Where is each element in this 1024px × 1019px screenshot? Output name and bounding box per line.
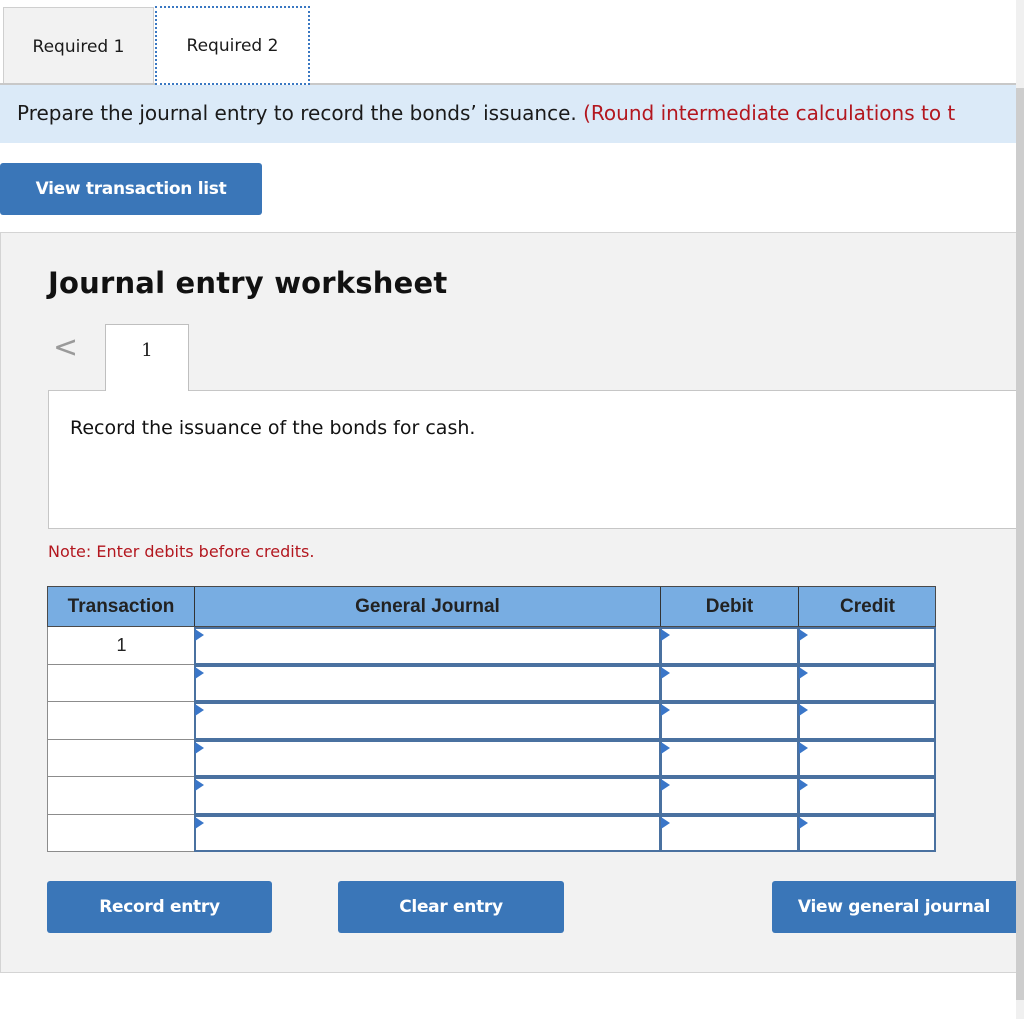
tab-required-1[interactable]: Required 1 xyxy=(3,7,154,85)
dropdown-flag-icon xyxy=(195,629,204,641)
debit-input[interactable] xyxy=(660,664,799,702)
debit-input[interactable] xyxy=(660,777,799,815)
record-entry-button[interactable]: Record entry xyxy=(47,881,272,933)
transaction-cell xyxy=(47,664,195,702)
general-journal-account-input[interactable] xyxy=(194,739,661,777)
table-row xyxy=(47,702,936,740)
requirement-tabs: Required 1 Required 2 xyxy=(0,0,1016,85)
dropdown-flag-icon xyxy=(195,741,204,754)
debit-input[interactable] xyxy=(660,627,799,665)
table-header-row: Transaction General Journal Debit Credit xyxy=(47,586,936,627)
debit-credit-note: Note: Enter debits before credits. xyxy=(48,542,315,561)
credit-input[interactable] xyxy=(798,739,936,777)
debit-input[interactable] xyxy=(660,702,799,740)
instruction-banner: Prepare the journal entry to record the … xyxy=(0,85,1016,143)
chevron-left-icon[interactable]: < xyxy=(53,333,78,363)
header-debit: Debit xyxy=(661,587,799,626)
table-row xyxy=(47,814,936,852)
transaction-cell xyxy=(47,814,195,852)
dropdown-flag-icon xyxy=(661,629,670,641)
credit-input[interactable] xyxy=(798,664,936,702)
header-transaction: Transaction xyxy=(48,587,195,626)
dropdown-flag-icon xyxy=(799,741,808,754)
header-credit: Credit xyxy=(840,595,895,617)
credit-input[interactable] xyxy=(798,814,936,852)
header-general-journal: General Journal xyxy=(195,587,661,626)
dropdown-flag-icon xyxy=(661,816,670,829)
credit-input[interactable] xyxy=(798,702,936,740)
table-row xyxy=(47,777,936,815)
dropdown-flag-icon xyxy=(661,741,670,754)
general-journal-account-input[interactable] xyxy=(194,664,661,702)
scrollbar-thumb[interactable] xyxy=(1016,88,1024,1000)
table-row: 1 xyxy=(47,627,936,665)
tab-required-2[interactable]: Required 2 xyxy=(155,6,310,85)
table-body: 1 xyxy=(47,627,936,852)
clear-entry-button[interactable]: Clear entry xyxy=(338,881,564,933)
table-row xyxy=(47,739,936,777)
dropdown-flag-icon xyxy=(661,779,670,791)
transaction-cell: 1 xyxy=(47,627,195,665)
view-general-journal-button[interactable]: View general journal xyxy=(772,881,1016,933)
instruction-text: Prepare the journal entry to record the … xyxy=(17,101,955,125)
general-journal-account-input[interactable] xyxy=(194,702,661,740)
credit-input[interactable] xyxy=(798,777,936,815)
worksheet-step-tab-1[interactable]: 1 xyxy=(105,324,189,391)
dropdown-flag-icon xyxy=(195,704,204,716)
transaction-cell xyxy=(47,739,195,777)
debit-input[interactable] xyxy=(660,814,799,852)
vertical-scrollbar[interactable] xyxy=(1016,0,1024,1019)
dropdown-flag-icon xyxy=(799,779,808,791)
general-journal-account-input[interactable] xyxy=(194,627,661,665)
debit-input[interactable] xyxy=(660,739,799,777)
transaction-cell xyxy=(47,702,195,740)
table-row xyxy=(47,664,936,702)
dropdown-flag-icon xyxy=(799,629,808,641)
dropdown-flag-icon xyxy=(661,666,670,679)
dropdown-flag-icon xyxy=(195,779,204,791)
transaction-description-box: Record the issuance of the bonds for cas… xyxy=(48,390,1017,529)
dropdown-flag-icon xyxy=(799,704,808,716)
instruction-rounding-note: (Round intermediate calculations to t xyxy=(583,101,956,125)
journal-entry-table: Transaction General Journal Debit Credit… xyxy=(47,586,936,852)
dropdown-flag-icon xyxy=(195,666,204,679)
view-transaction-list-button[interactable]: View transaction list xyxy=(0,163,262,215)
general-journal-account-input[interactable] xyxy=(194,814,661,852)
instruction-main: Prepare the journal entry to record the … xyxy=(17,101,577,125)
worksheet-title: Journal entry worksheet xyxy=(48,266,448,300)
dropdown-flag-icon xyxy=(661,704,670,716)
credit-input[interactable] xyxy=(798,627,936,665)
transaction-description: Record the issuance of the bonds for cas… xyxy=(70,417,476,439)
general-journal-account-input[interactable] xyxy=(194,777,661,815)
dropdown-flag-icon xyxy=(195,816,204,829)
dropdown-flag-icon xyxy=(799,816,808,829)
transaction-cell xyxy=(47,777,195,815)
dropdown-flag-icon xyxy=(799,666,808,679)
